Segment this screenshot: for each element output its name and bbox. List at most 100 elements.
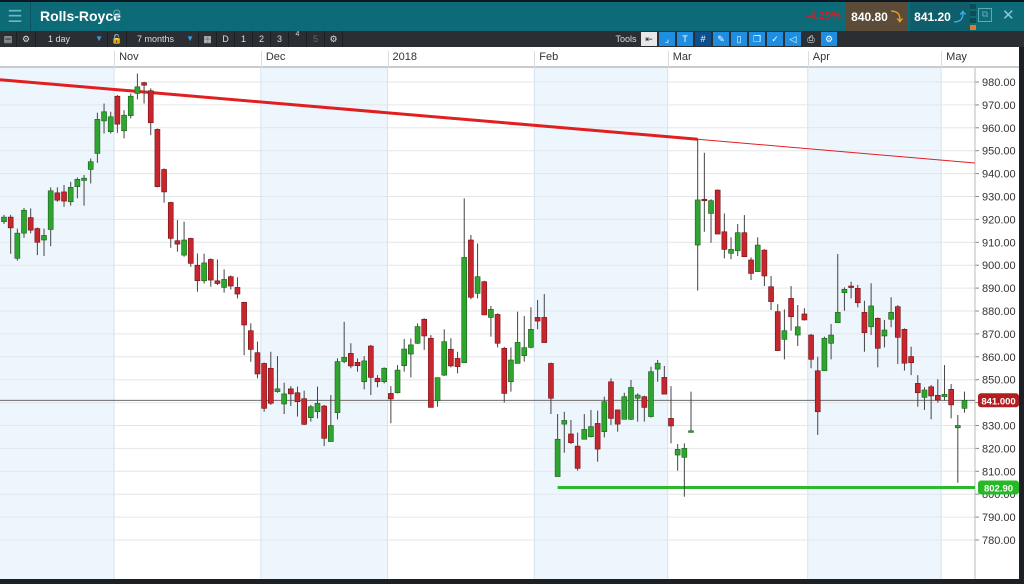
fork-icon[interactable]: ✓ xyxy=(767,32,783,46)
buy-price: 841.20 xyxy=(914,9,951,24)
candle-up xyxy=(47,190,54,230)
close-icon[interactable]: ✕ xyxy=(1002,6,1015,24)
candle-down xyxy=(801,313,808,321)
calendar-icon[interactable]: ▦ xyxy=(199,31,217,47)
candle-up xyxy=(341,356,347,362)
chart-plot[interactable]: 780.00790.00800.00810.00820.00830.00840.… xyxy=(0,68,1024,579)
candle-up xyxy=(221,279,227,288)
buy-button[interactable]: 841.20 ⤴ xyxy=(910,2,970,31)
candle-down xyxy=(808,334,814,360)
candle-down xyxy=(861,312,868,334)
candle-down xyxy=(481,281,488,316)
y-tick-label: 970.00 xyxy=(982,100,1016,112)
candle-down xyxy=(814,370,821,413)
candle-down xyxy=(934,394,941,401)
layout-2-button[interactable]: 2 xyxy=(253,31,271,47)
candle-down xyxy=(294,392,301,402)
candle-up xyxy=(508,359,514,383)
candle-down xyxy=(748,259,754,274)
candle-up xyxy=(274,388,281,392)
candle-down xyxy=(254,352,261,375)
candle-up xyxy=(381,367,387,383)
candle-down xyxy=(661,377,668,395)
candle-up xyxy=(281,393,287,405)
candle-up xyxy=(828,334,834,344)
layout-4-button[interactable]: 4 xyxy=(289,31,307,47)
candle-up xyxy=(921,389,928,398)
candle-up xyxy=(621,396,628,420)
candle-down xyxy=(741,232,748,258)
candle-down xyxy=(234,287,241,295)
candle-up xyxy=(334,361,341,413)
candle-up xyxy=(361,360,367,383)
candle-up xyxy=(308,406,314,419)
layout-1-button[interactable]: 1 xyxy=(235,31,253,47)
layout-5-button[interactable]: 5 xyxy=(307,31,325,47)
candle-down xyxy=(761,249,768,277)
range-select[interactable]: 7 months ▼ xyxy=(127,31,199,47)
gear-icon[interactable]: ⚙ xyxy=(17,31,36,47)
candle-up xyxy=(754,244,761,272)
candle-up xyxy=(74,179,81,187)
candle-down xyxy=(187,238,194,264)
candle-up xyxy=(688,430,694,433)
restore-icon[interactable]: ⧉ xyxy=(978,8,992,22)
candle-down xyxy=(848,285,854,288)
candle-up xyxy=(961,400,968,409)
candle-up xyxy=(681,448,688,458)
text-icon[interactable]: T xyxy=(677,32,693,46)
menu-icon[interactable]: ☰ xyxy=(0,2,31,31)
candle-up xyxy=(328,425,334,442)
candle-down xyxy=(928,386,934,397)
search-icon[interactable]: ⚲ xyxy=(112,7,122,23)
panel-icon[interactable]: ▤ xyxy=(0,31,17,47)
candle-up xyxy=(461,257,468,364)
candle-down xyxy=(594,423,601,450)
label-icon[interactable]: ◁ xyxy=(785,32,801,46)
candle-up xyxy=(648,371,654,417)
candle-up xyxy=(834,312,841,323)
windows-icon[interactable]: ❐ xyxy=(749,32,765,46)
candle-down xyxy=(227,276,234,287)
candle-up xyxy=(107,116,114,132)
range-value: 7 months xyxy=(137,34,175,44)
y-tick-label: 820.00 xyxy=(982,443,1016,455)
candlestick-chart[interactable]: 780.00790.00800.00810.00820.00830.00840.… xyxy=(0,68,1024,579)
candle-down xyxy=(788,298,794,318)
month-label: Dec xyxy=(260,51,285,68)
layout-3-button[interactable]: 3 xyxy=(271,31,289,47)
sell-button[interactable]: 840.80 ⤵ xyxy=(846,2,908,31)
candle-up xyxy=(781,330,788,340)
candle-down xyxy=(374,378,381,383)
candle-down xyxy=(454,358,461,367)
candle-up xyxy=(601,401,608,432)
candle-down xyxy=(321,405,327,439)
chevron-down-icon: ▼ xyxy=(186,34,194,43)
layout-d-button[interactable]: D xyxy=(217,31,235,47)
candle-up xyxy=(821,337,828,372)
trendline-icon[interactable]: ⌟ xyxy=(659,32,675,46)
chevron-down-icon: ▼ xyxy=(95,34,103,43)
lock-icon[interactable]: 🔓 xyxy=(108,31,127,47)
candle-up xyxy=(581,429,588,440)
candle-down xyxy=(61,191,67,202)
candle-up xyxy=(674,449,681,456)
grid-icon[interactable]: # xyxy=(695,32,711,46)
candle-down xyxy=(541,317,548,343)
candle-up xyxy=(408,344,414,355)
signal-bars-icon xyxy=(970,4,976,30)
candle-icon[interactable]: ▯ xyxy=(731,32,747,46)
print-icon[interactable]: ⎙ xyxy=(803,32,819,46)
candle-down xyxy=(214,280,221,284)
candle-up xyxy=(734,232,741,252)
interval-select[interactable]: 1 day ▼ xyxy=(36,31,108,47)
candle-up xyxy=(314,402,321,413)
settings-tool-icon[interactable]: ⚙ xyxy=(821,32,837,46)
candle-down xyxy=(874,318,881,349)
candle-down xyxy=(261,363,267,409)
gear-icon[interactable]: ⚙ xyxy=(325,31,343,47)
pencil-icon[interactable]: ✎ xyxy=(713,32,729,46)
candle-up xyxy=(488,309,494,318)
back-arrow-icon[interactable]: ⇤ xyxy=(641,32,657,46)
y-tick-label: 830.00 xyxy=(982,421,1016,433)
